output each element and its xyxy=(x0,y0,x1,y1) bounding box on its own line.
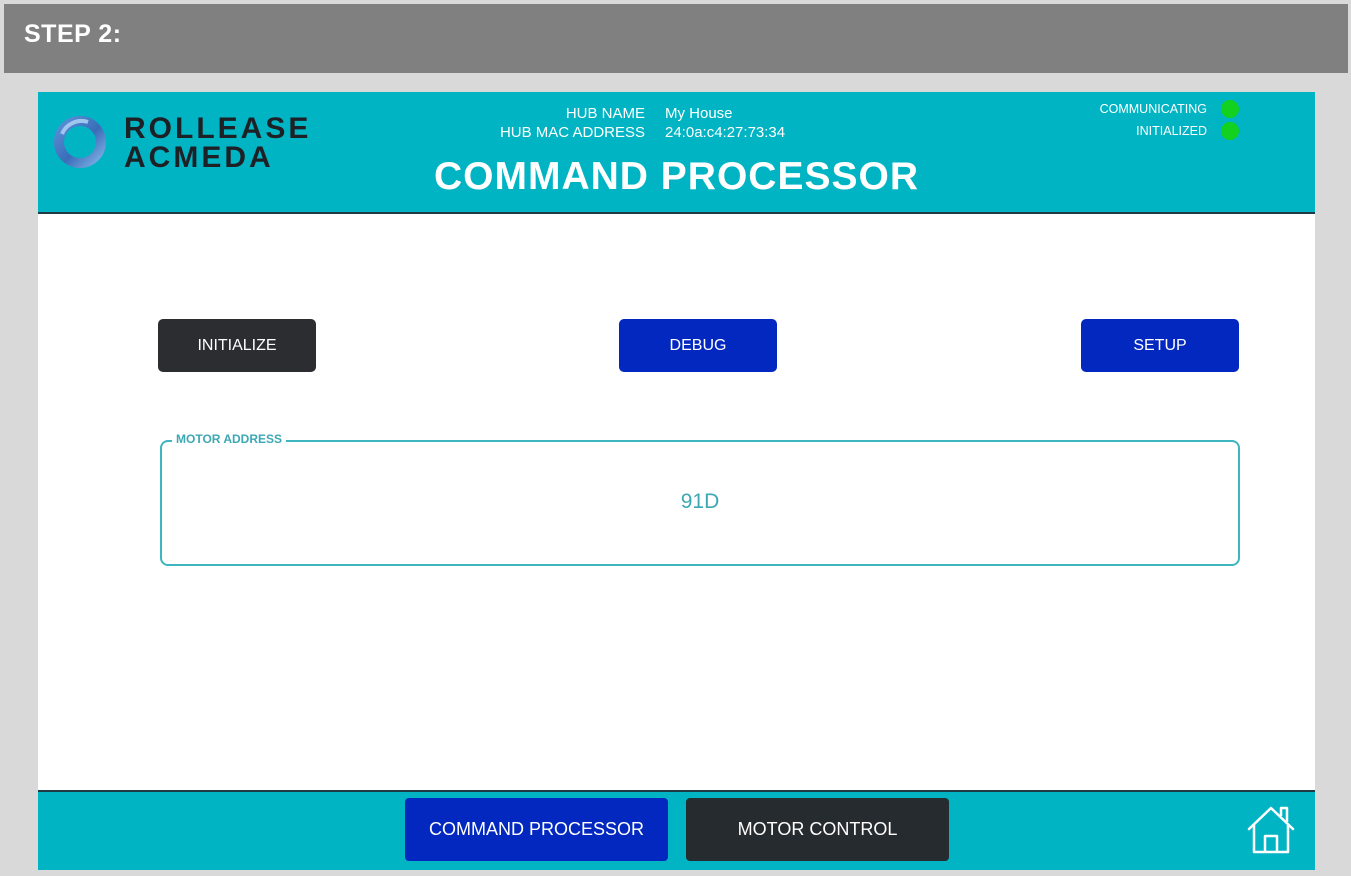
hub-mac-value: 24:0a:c4:27:73:34 xyxy=(665,124,786,141)
motor-address-value: 91D xyxy=(680,490,720,513)
tab-command-processor[interactable]: COMMAND PROCESSOR xyxy=(405,798,668,861)
setup-button[interactable]: SETUP xyxy=(1081,319,1239,372)
hub-name-value: My House xyxy=(665,105,733,122)
app-window: ROLLEASE ACMEDA HUB NAME My House HUB MA… xyxy=(38,92,1315,870)
bottom-nav: COMMAND PROCESSOR MOTOR CONTROL xyxy=(38,790,1315,870)
hub-mac-label: HUB MAC ADDRESS xyxy=(499,124,645,141)
logo-line-1: ROLLEASE xyxy=(124,112,312,145)
step-banner: STEP 2: xyxy=(4,4,1348,73)
debug-button[interactable]: DEBUG xyxy=(619,319,777,372)
status-communicating: COMMUNICATING xyxy=(1100,98,1239,120)
status-initialized: INITIALIZED xyxy=(1100,120,1239,142)
motor-address-field[interactable]: MOTOR ADDRESS 91D xyxy=(160,432,1240,566)
page-title: COMMAND PROCESSOR xyxy=(433,155,920,198)
status-indicator-icon xyxy=(1221,122,1239,140)
home-icon[interactable] xyxy=(1243,802,1299,858)
status-label: COMMUNICATING xyxy=(1099,102,1207,116)
tab-motor-control[interactable]: MOTOR CONTROL xyxy=(686,798,949,861)
status-indicator-icon xyxy=(1221,100,1239,118)
status-label: INITIALIZED xyxy=(1136,124,1207,138)
motor-address-label: MOTOR ADDRESS xyxy=(172,432,287,446)
app-header: ROLLEASE ACMEDA HUB NAME My House HUB MA… xyxy=(38,92,1315,214)
initialize-button[interactable]: INITIALIZE xyxy=(158,319,316,372)
hub-name-label: HUB NAME xyxy=(565,105,645,122)
step-label: STEP 2: xyxy=(24,20,122,48)
status-panel: COMMUNICATING INITIALIZED xyxy=(1100,98,1239,142)
hub-info: HUB NAME My House HUB MAC ADDRESS 24:0a:… xyxy=(478,104,785,142)
